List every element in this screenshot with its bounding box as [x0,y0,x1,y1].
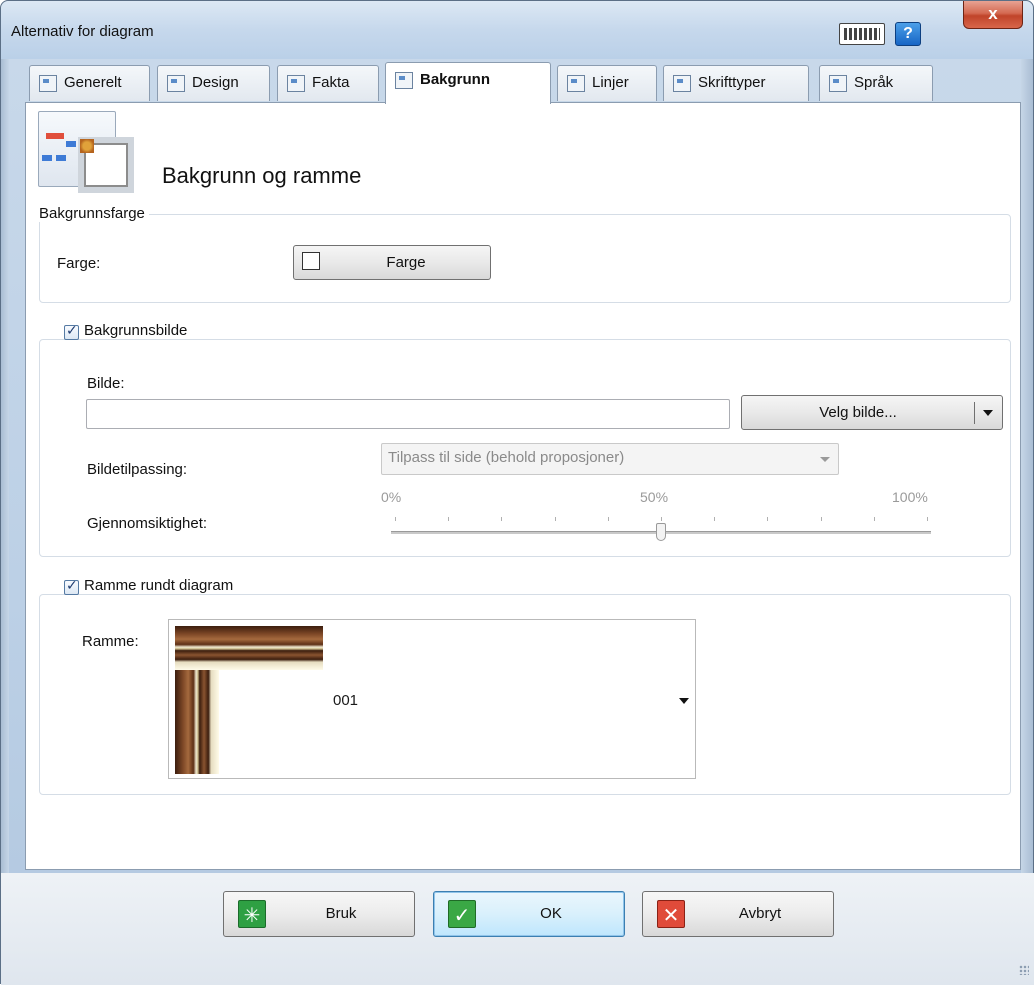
apply-button[interactable]: ✳ Bruk [223,891,415,937]
image-fit-value: Tilpass til side (behold proposjoner) [388,449,625,466]
resize-grip-icon[interactable] [1019,965,1029,975]
background-color-legend: Bakgrunnsfarge [35,205,149,222]
tab-design[interactable]: Design [157,65,270,101]
window-border-left [1,59,9,873]
tab-label: Bakgrunn [420,71,491,88]
image-path-input[interactable] [86,399,730,429]
tab-bakgrunn[interactable]: Bakgrunn [385,62,551,104]
slider-tick [501,517,502,521]
window-border-right [1021,59,1033,873]
background-image-legend-label: Bakgrunnsbilde [84,322,188,339]
close-icon: ✕ [657,900,685,928]
font-doc-icon [673,75,691,92]
close-button[interactable]: x [963,1,1023,29]
tab-label: Fakta [312,74,350,91]
tab-label: Generelt [64,74,122,91]
tab-linjer[interactable]: Linjer [557,65,657,101]
color-button[interactable]: Farge [293,245,491,280]
color-label: Farge: [57,255,101,272]
title-bar[interactable]: Alternativ for diagram ? x [1,1,1033,59]
tick-label-0: 0% [381,489,402,505]
tab-fakta[interactable]: Fakta [277,65,379,101]
slider-tick [821,517,822,521]
frame-label: Ramme: [82,633,139,650]
dialog-window: Alternativ for diagram ? x Generelt Desi… [0,0,1034,985]
slider-tick [767,517,768,521]
image-fit-label: Bildetilpassing: [87,461,188,478]
tab-generelt[interactable]: Generelt [29,65,150,101]
checkmark-icon: ✓ [448,900,476,928]
tab-label: Språk [854,74,894,91]
chevron-down-icon[interactable] [983,410,993,416]
apply-button-label: Bruk [325,905,357,922]
frame-selected-value: 001 [333,692,359,709]
choose-image-split-button[interactable]: Velg bilde... [741,395,1003,430]
magnifier-doc-icon [167,75,185,92]
slider-tick [661,517,662,521]
tab-sprak[interactable]: Språk [819,65,933,101]
background-image-legend: Bakgrunnsbilde [60,322,196,340]
chevron-down-icon [820,457,830,462]
frame-legend: Ramme rundt diagram [60,577,242,595]
frame-select[interactable]: 001 [168,619,696,779]
apply-sparkle-icon: ✳ [238,900,266,928]
choose-image-label: Velg bilde... [819,404,897,421]
tab-skrifttyper[interactable]: Skrifttyper [663,65,809,101]
tab-strip: Generelt Design Fakta Bakgrunn Linjer Sk… [29,62,1019,104]
lines-doc-icon [567,75,585,92]
tick-label-50: 50% [640,489,669,505]
clock-doc-icon [287,75,305,92]
background-color-group [39,214,1011,303]
window-title: Alternativ for diagram [11,23,154,40]
background-frame-icon [38,111,134,193]
ok-button[interactable]: ✓ OK [433,891,625,937]
language-doc-icon [829,75,847,92]
cancel-button[interactable]: ✕ Avbryt [642,891,834,937]
background-doc-icon [395,72,413,89]
slider-thumb[interactable] [656,523,666,541]
slider-tick [555,517,556,521]
frame-legend-label: Ramme rundt diagram [84,577,234,594]
slider-tick [448,517,449,521]
color-swatch [302,252,320,270]
transparency-label: Gjennomsiktighet: [87,515,208,532]
image-label: Bilde: [87,375,125,392]
tab-label: Linjer [592,74,629,91]
chevron-down-icon[interactable] [679,698,689,704]
tab-label: Skrifttyper [698,74,766,91]
gear-doc-icon [39,75,57,92]
tab-label: Design [192,74,239,91]
transparency-slider[interactable] [391,513,931,543]
tab-content-panel: Bakgrunn og ramme Bakgrunnsfarge Farge: … [25,102,1021,870]
background-image-checkbox[interactable] [64,323,79,340]
split-divider [974,402,975,424]
keyboard-icon[interactable] [839,23,885,45]
slider-tick [927,517,928,521]
cancel-button-label: Avbryt [738,905,782,922]
image-fit-select: Tilpass til side (behold proposjoner) [381,443,839,475]
frame-preview-image [175,626,323,774]
frame-checkbox[interactable] [64,578,79,595]
slider-tick [608,517,609,521]
slider-tick [714,517,715,521]
ok-button-label: OK [540,905,562,922]
help-button[interactable]: ? [895,22,921,46]
color-button-label: Farge [386,254,426,271]
page-title: Bakgrunn og ramme [162,163,362,188]
tick-label-100: 100% [892,489,928,505]
slider-tick [874,517,875,521]
slider-tick [395,517,396,521]
